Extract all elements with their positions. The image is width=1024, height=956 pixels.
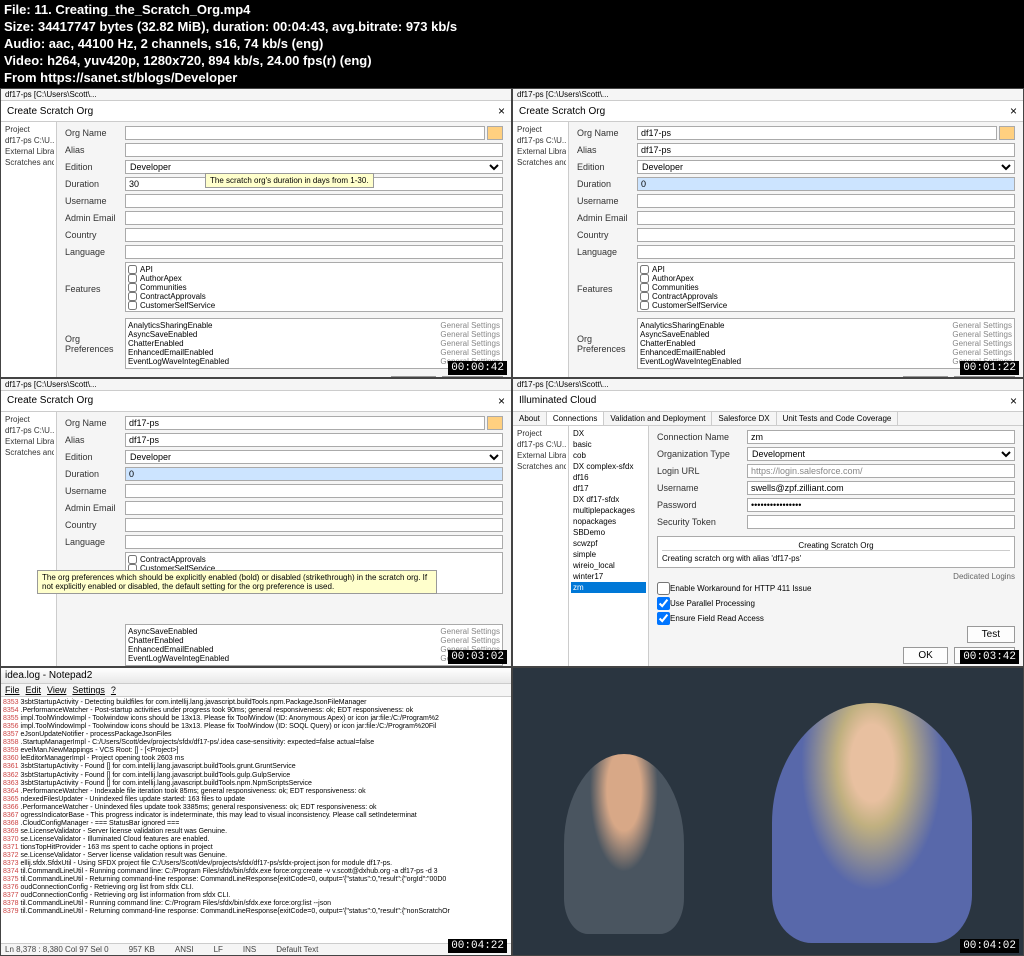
browse-icon[interactable]	[999, 126, 1015, 140]
screenshot-4: df17-ps [C:\Users\Scott\... Illuminated …	[512, 378, 1024, 667]
screenshot-2: df17-ps [C:\Users\Scott\... Create Scrat…	[512, 88, 1024, 377]
org-name-input[interactable]	[125, 126, 485, 140]
duration-label: duration:	[213, 19, 269, 34]
file-label: File:	[4, 2, 31, 17]
close-icon[interactable]: ×	[1010, 394, 1017, 408]
tab-salesforce-dx[interactable]: Salesforce DX	[712, 412, 776, 425]
tab-connections[interactable]: Connections	[547, 412, 604, 425]
ide-titlebar: df17-ps [C:\Users\Scott\...	[513, 89, 1023, 101]
duration-label: Duration	[65, 179, 125, 189]
tab-unit-tests[interactable]: Unit Tests and Code Coverage	[777, 412, 899, 425]
admin-email-input[interactable]	[125, 211, 503, 225]
timestamp: 00:03:02	[448, 650, 507, 664]
from-label: From	[4, 70, 37, 85]
log-body[interactable]: 8353 3sbtStartupActivity - Detecting bui…	[1, 697, 511, 943]
edition-label: Edition	[65, 162, 125, 172]
edition-select[interactable]: Developer	[125, 160, 503, 174]
timestamp: 00:00:42	[448, 361, 507, 375]
ok-button[interactable]: OK	[903, 647, 947, 664]
size-label: Size:	[4, 19, 34, 34]
bitrate-value: 973 kb/s	[406, 19, 457, 34]
person-right	[772, 703, 972, 943]
file-name: 11. Creating_the_Scratch_Org.mp4	[34, 2, 250, 17]
org-name-label: Org Name	[65, 128, 125, 138]
username-input[interactable]	[125, 194, 503, 208]
sidebar-item[interactable]: Scratches and...	[3, 157, 54, 168]
country-input[interactable]	[125, 228, 503, 242]
person-left	[564, 754, 684, 934]
status-bar: Ln 8,378 : 8,380 Col 97 Sel 0957 KBANSIL…	[1, 943, 511, 955]
timestamp: 00:03:42	[960, 650, 1019, 664]
prefs-tooltip: The org preferences which should be expl…	[37, 570, 437, 594]
browse-icon[interactable]	[487, 126, 503, 140]
sidebar-project[interactable]: Project	[3, 124, 54, 135]
notepad-menu: FileEditViewSettings?	[1, 684, 511, 697]
notepad-title: idea.log - Notepad2	[1, 668, 511, 684]
from-value: https://sanet.st/blogs/Developer	[40, 70, 237, 85]
progress-dialog: Creating Scratch Org Creating scratch or…	[657, 536, 1015, 568]
org-name-input[interactable]	[637, 126, 997, 140]
username-label: Username	[65, 196, 125, 206]
org-prefs-label: Org Preferences	[65, 334, 125, 354]
screenshot-6: 00:04:02	[512, 667, 1024, 956]
org-type-select[interactable]: Development	[747, 447, 1015, 461]
edition-select[interactable]: Developer	[637, 160, 1015, 174]
sidebar-item[interactable]: df17-ps C:\U...	[3, 135, 54, 146]
settings-title: Illuminated Cloud	[519, 395, 596, 406]
duration-input[interactable]	[637, 177, 1015, 191]
duration-tooltip: The scratch org's duration in days from …	[205, 173, 374, 188]
conn-name-input[interactable]	[747, 430, 1015, 444]
video-value: h264, yuv420p, 1280x720, 894 kb/s, 24.00…	[47, 53, 371, 68]
test-button[interactable]: Test	[967, 626, 1015, 643]
close-icon[interactable]: ×	[498, 104, 505, 118]
close-icon[interactable]: ×	[498, 394, 505, 408]
bitrate-label: avg.bitrate:	[332, 19, 402, 34]
timestamp: 00:04:02	[960, 939, 1019, 953]
audio-value: aac, 44100 Hz, 2 channels, s16, 74 kb/s …	[49, 36, 324, 51]
alias-input[interactable]	[125, 143, 503, 157]
sec-token-input[interactable]	[747, 515, 1015, 529]
video-label: Video:	[4, 53, 44, 68]
browse-icon[interactable]	[487, 416, 503, 430]
country-label: Country	[65, 230, 125, 240]
dialog-title: Create Scratch Org	[519, 106, 605, 117]
login-url-input[interactable]	[747, 464, 1015, 478]
audio-label: Audio:	[4, 36, 45, 51]
features-label: Features	[65, 284, 125, 294]
size-value: 34417747 bytes (32.82 MiB),	[38, 19, 209, 34]
tab-validation[interactable]: Validation and Deployment	[604, 412, 712, 425]
alias-label: Alias	[65, 145, 125, 155]
username-input[interactable]	[747, 481, 1015, 495]
password-input[interactable]	[747, 498, 1015, 512]
features-list[interactable]: API AuthorApex Communities ContractAppro…	[125, 262, 503, 312]
tab-about[interactable]: About	[513, 412, 547, 425]
connection-tree[interactable]: DX basic cob DX complex-sfdx df16 df17 D…	[569, 426, 649, 667]
admin-email-label: Admin Email	[65, 213, 125, 223]
timestamp: 00:04:22	[448, 939, 507, 953]
language-label: Language	[65, 247, 125, 257]
alias-input[interactable]	[637, 143, 1015, 157]
prefs-list[interactable]: AnalyticsSharingEnableGeneral Settings A…	[125, 318, 503, 369]
dialog-title: Create Scratch Org	[7, 106, 93, 117]
sidebar-item[interactable]: External Libraries	[3, 146, 54, 157]
screenshot-1: df17-ps [C:\Users\Scott\... Create Scrat…	[0, 88, 512, 377]
timestamp: 00:01:22	[960, 361, 1019, 375]
close-icon[interactable]: ×	[1010, 104, 1017, 118]
ide-titlebar: df17-ps [C:\Users\Scott\...	[1, 89, 511, 101]
duration-value: 00:04:43,	[273, 19, 329, 34]
screenshot-5: idea.log - Notepad2 FileEditViewSettings…	[0, 667, 512, 956]
screenshot-3: df17-ps [C:\Users\Scott\... Create Scrat…	[0, 378, 512, 667]
language-input[interactable]	[125, 245, 503, 259]
